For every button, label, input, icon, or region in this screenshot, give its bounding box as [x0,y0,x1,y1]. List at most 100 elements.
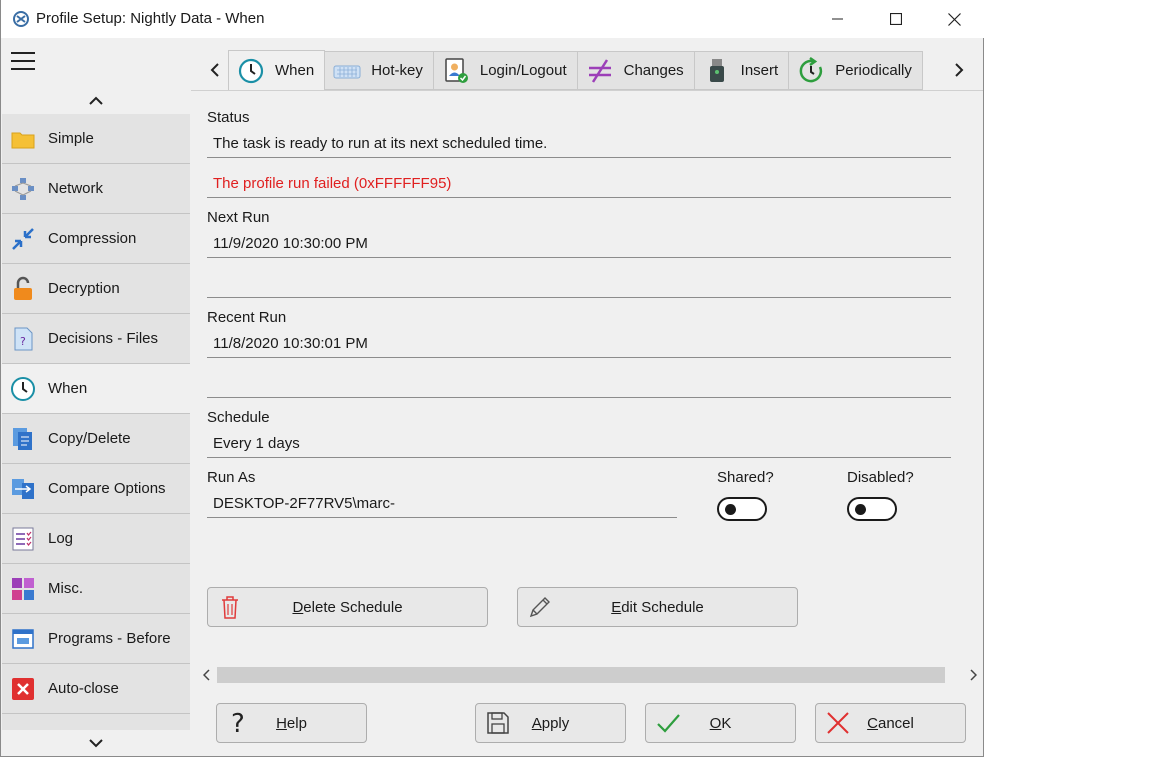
tab-label: Periodically [835,62,912,79]
ok-button[interactable]: OK [645,703,796,743]
run-as-value: DESKTOP-2F77RV5\marc- [213,495,395,512]
maximize-icon [890,13,902,25]
tab-when[interactable]: When [228,50,326,90]
hamburger-menu-icon[interactable] [11,52,35,72]
shared-toggle[interactable] [717,497,767,521]
sidebar-item-label: Log [48,530,74,547]
not-equal-icon [588,58,611,83]
schedule-label: Schedule [207,409,270,426]
apply-label: Apply [531,714,570,732]
cancel-button[interactable]: Cancel [815,703,966,743]
status-label: Status [207,109,250,126]
sidebar-item-label: Copy/Delete [48,430,131,447]
sidebar-item-partial[interactable] [2,714,190,730]
sidebar-item-compare-options[interactable]: Compare Options [2,464,190,514]
sidebar-item-auto-close[interactable]: Auto-close [2,664,190,714]
chevron-up-icon [89,96,103,105]
close-button[interactable] [925,0,983,38]
chevron-right-icon [970,669,977,681]
next-run-underline [207,257,951,258]
sidebar-item-label: Simple [48,130,94,147]
save-disk-icon [487,712,509,734]
compare-icon [12,479,34,499]
status-underline [207,157,951,158]
tab-label: When [275,62,315,79]
sidebar-item-programs-before[interactable]: Programs - Before [2,614,190,664]
refresh-clock-icon [799,56,823,82]
minimize-icon [832,18,843,20]
edit-schedule-button[interactable]: Edit Schedule [517,587,798,627]
sidebar-item-compression[interactable]: Compression [2,214,190,264]
scrollbar-thumb[interactable] [217,667,945,683]
delete-schedule-label: Delete Schedule [292,598,403,616]
tab-changes[interactable]: Changes [577,51,695,90]
sidebar-item-decisions-files[interactable]: ? Decisions - Files [2,314,190,364]
dialog-button-bar: ? Help Apply OK Cancel [191,686,983,756]
toggle-knob [855,504,866,515]
scroll-right-button[interactable] [963,665,983,685]
tab-hot-key[interactable]: Hot-key [325,51,434,90]
run-as-label: Run As [207,469,256,486]
program-window-icon [12,629,34,649]
folder-icon [11,132,35,149]
tab-scroll-right-button[interactable] [946,50,972,89]
window-title: Profile Setup: Nightly Data - When [36,10,265,27]
tab-login-logout[interactable]: Login/Logout [433,51,578,90]
tab-insert[interactable]: Insert [694,51,790,90]
sidebar-item-label: When [48,380,88,397]
tabs: When Hot-key Login/Logout Changes Insert… [228,50,923,90]
red-x-icon [12,678,34,700]
sidebar-item-copy-delete[interactable]: Copy/Delete [2,414,190,464]
when-tab-panel: Status The task is ready to run at its n… [191,90,983,665]
sidebar-scroll-up-button[interactable] [2,88,190,114]
scroll-left-button[interactable] [197,665,217,685]
sidebar-item-network[interactable]: Network [2,164,190,214]
sidebar-item-label: Programs - Before [48,630,171,647]
question-mark-icon: ? [231,710,245,736]
sidebar: Simple Network Compression Decryption ? … [2,38,190,756]
tab-label: Insert [740,62,779,79]
tab-scroll-left-button[interactable] [202,50,228,89]
shared-label: Shared? [717,469,774,486]
clock-icon [238,58,264,83]
delete-schedule-button[interactable]: Delete Schedule [207,587,488,627]
tab-label: Changes [623,62,684,79]
next-run-label: Next Run [207,209,270,226]
sidebar-item-when[interactable]: When [2,364,190,414]
pencil-icon [529,597,550,618]
checkmark-icon [657,714,680,733]
ok-label: OK [709,714,732,732]
sidebar-item-label: Misc. [48,580,83,597]
cancel-x-icon [827,712,849,734]
documents-icon [13,428,32,450]
schedule-underline [207,457,951,458]
sidebar-list: Simple Network Compression Decryption ? … [2,114,190,730]
compress-arrows-icon [12,228,34,250]
clock-icon [11,377,35,401]
sidebar-item-log[interactable]: Log [2,514,190,564]
sidebar-item-decryption[interactable]: Decryption [2,264,190,314]
sidebar-scroll-down-button[interactable] [2,730,190,756]
padlock-open-icon [14,276,32,300]
horizontal-scrollbar[interactable] [195,665,983,685]
tab-label: Hot-key [371,62,423,79]
trash-icon [222,596,238,619]
maximize-button[interactable] [867,0,925,38]
app-logo-icon [13,11,29,27]
sidebar-item-label: Decryption [48,280,120,297]
sidebar-item-simple[interactable]: Simple [2,114,190,164]
help-button[interactable]: ? Help [216,703,367,743]
disabled-toggle[interactable] [847,497,897,521]
run-as-underline [207,517,677,518]
sidebar-item-misc[interactable]: Misc. [2,564,190,614]
sidebar-item-label: Auto-close [48,680,119,697]
apply-button[interactable]: Apply [475,703,626,743]
tab-periodically[interactable]: Periodically [789,51,923,90]
next-run-extra-underline [207,297,951,298]
grid-shapes-icon [12,578,34,600]
user-badge-icon [445,57,468,83]
tab-label: Login/Logout [479,62,567,79]
next-run-value: 11/9/2020 10:30:00 PM [213,235,368,252]
sidebar-item-label: Compare Options [48,480,166,497]
minimize-button[interactable] [809,0,867,38]
